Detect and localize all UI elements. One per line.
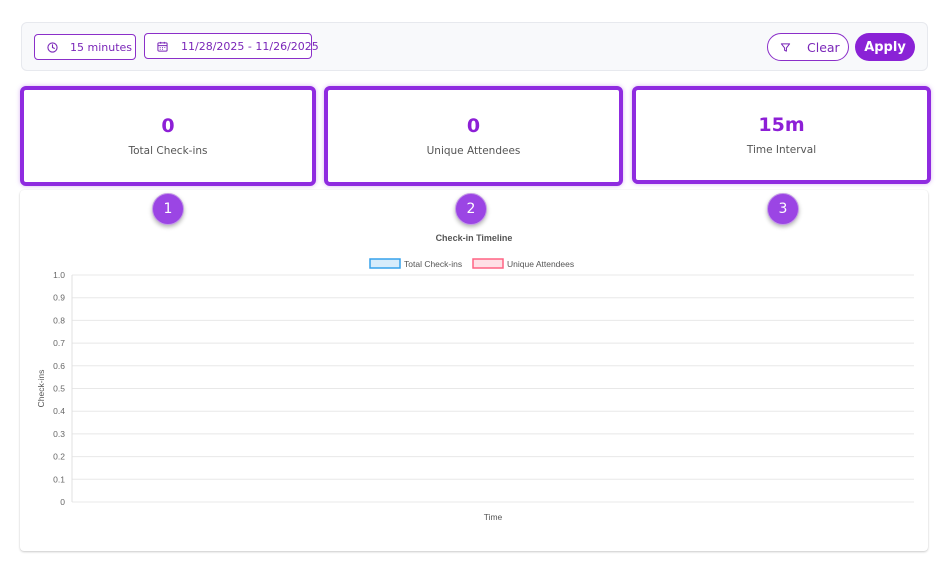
x-axis-label: Time [484, 512, 503, 522]
stat-value: 0 [161, 115, 175, 137]
date-range-label: 11/28/2025 - 11/26/2025 [181, 39, 319, 53]
apply-button[interactable]: Apply [855, 33, 915, 61]
stat-card-unique-attendees: 0 Unique Attendees [324, 86, 623, 186]
badge-2: 2 [455, 193, 487, 225]
y-tick-label: 0.1 [53, 474, 65, 484]
legend-label: Unique Attendees [507, 259, 574, 269]
legend-label: Total Check-ins [404, 259, 462, 269]
filter-icon [780, 42, 791, 52]
stat-card-total-checkins: 0 Total Check-ins [20, 86, 316, 186]
y-tick-label: 0.4 [53, 406, 65, 416]
y-tick-label: 0.9 [53, 293, 65, 303]
y-tick-label: 0.8 [53, 315, 65, 325]
stat-label: Time Interval [746, 144, 817, 156]
clock-icon [47, 41, 58, 53]
legend-swatch [369, 258, 401, 269]
stat-label: Unique Attendees [426, 145, 521, 157]
y-tick-label: 0.6 [53, 361, 65, 371]
y-tick-label: 0 [60, 497, 65, 507]
badge-1: 1 [152, 193, 184, 225]
legend-swatch [472, 258, 504, 269]
checkin-timeline-chart: Check-in Timeline Total Check-ins Unique A… [36, 233, 914, 522]
stat-value: 0 [466, 115, 481, 137]
y-tick-label: 0.5 [53, 384, 65, 394]
chart-title: Check-in Timeline [436, 233, 513, 243]
clear-filters-button[interactable]: Clear [767, 33, 849, 61]
stat-card-time-interval: 15m Time Interval [632, 86, 931, 184]
y-tick-label: 0.3 [53, 429, 65, 439]
filter-bar: 15 minutes 11/28/2025 - 11/26/2025 Clear… [21, 22, 928, 71]
clear-label: Clear [807, 39, 840, 55]
stat-value: 15m [758, 114, 805, 136]
interval-label: 15 minutes [70, 40, 133, 54]
badge-3: 3 [767, 193, 799, 225]
y-axis-label: Check-ins [36, 370, 46, 408]
y-tick-label: 0.2 [53, 452, 65, 462]
stat-label: Total Check-ins [128, 145, 208, 157]
y-tick-label: 0.7 [53, 338, 65, 348]
y-tick-label: 1.0 [53, 270, 65, 280]
calendar-icon [157, 41, 168, 52]
date-range-button[interactable]: 11/28/2025 - 11/26/2025 [144, 33, 319, 59]
interval-select-button[interactable]: 15 minutes [34, 34, 136, 60]
